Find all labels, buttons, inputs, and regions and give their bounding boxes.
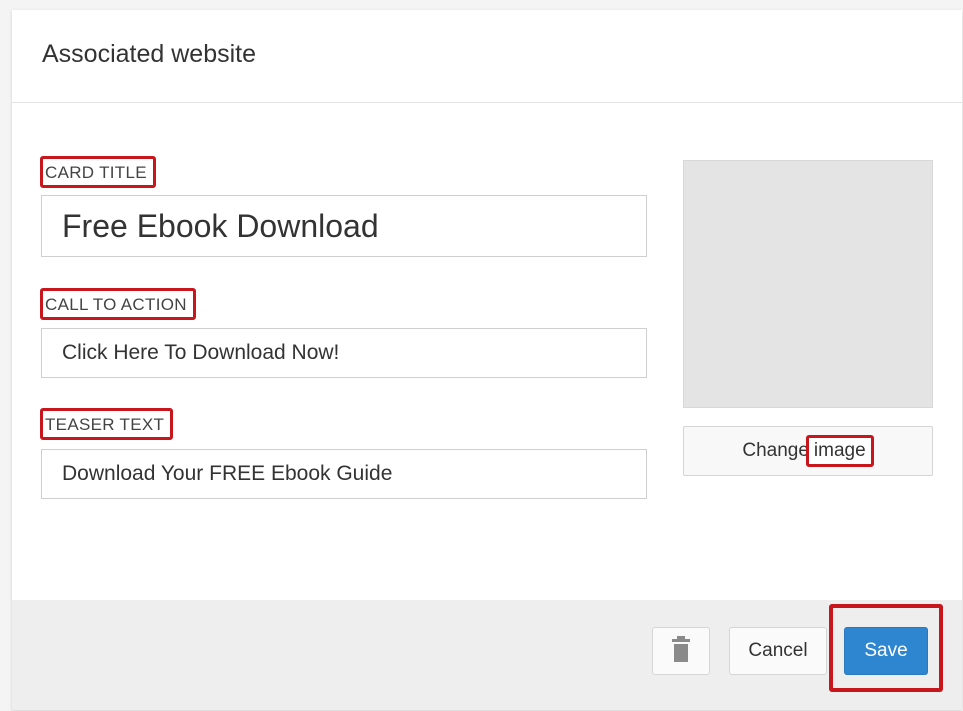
cancel-button[interactable]: Cancel [729, 627, 827, 675]
dialog-title: Associated website [42, 40, 257, 68]
associated-website-dialog: Associated website CARD TITLE Free Ebook… [12, 10, 962, 710]
card-image-preview [683, 160, 933, 408]
dialog-footer: Cancel Save [12, 600, 962, 710]
change-image-button[interactable]: Change image [683, 426, 933, 476]
dialog-header: Associated website [12, 10, 962, 103]
card-title-input[interactable]: Free Ebook Download [41, 195, 647, 257]
call-to-action-input[interactable]: Click Here To Download Now! [41, 328, 647, 378]
teaser-text-label: TEASER TEXT [40, 408, 174, 440]
card-title-label: CARD TITLE [40, 156, 156, 188]
delete-button[interactable] [652, 627, 710, 675]
save-button[interactable]: Save [844, 627, 928, 675]
call-to-action-label: CALL TO ACTION [40, 288, 196, 320]
change-image-label-highlight: image [805, 435, 874, 467]
change-image-label-prefix: Change [742, 440, 809, 461]
teaser-text-input[interactable]: Download Your FREE Ebook Guide [41, 449, 647, 499]
trash-icon [672, 635, 690, 667]
